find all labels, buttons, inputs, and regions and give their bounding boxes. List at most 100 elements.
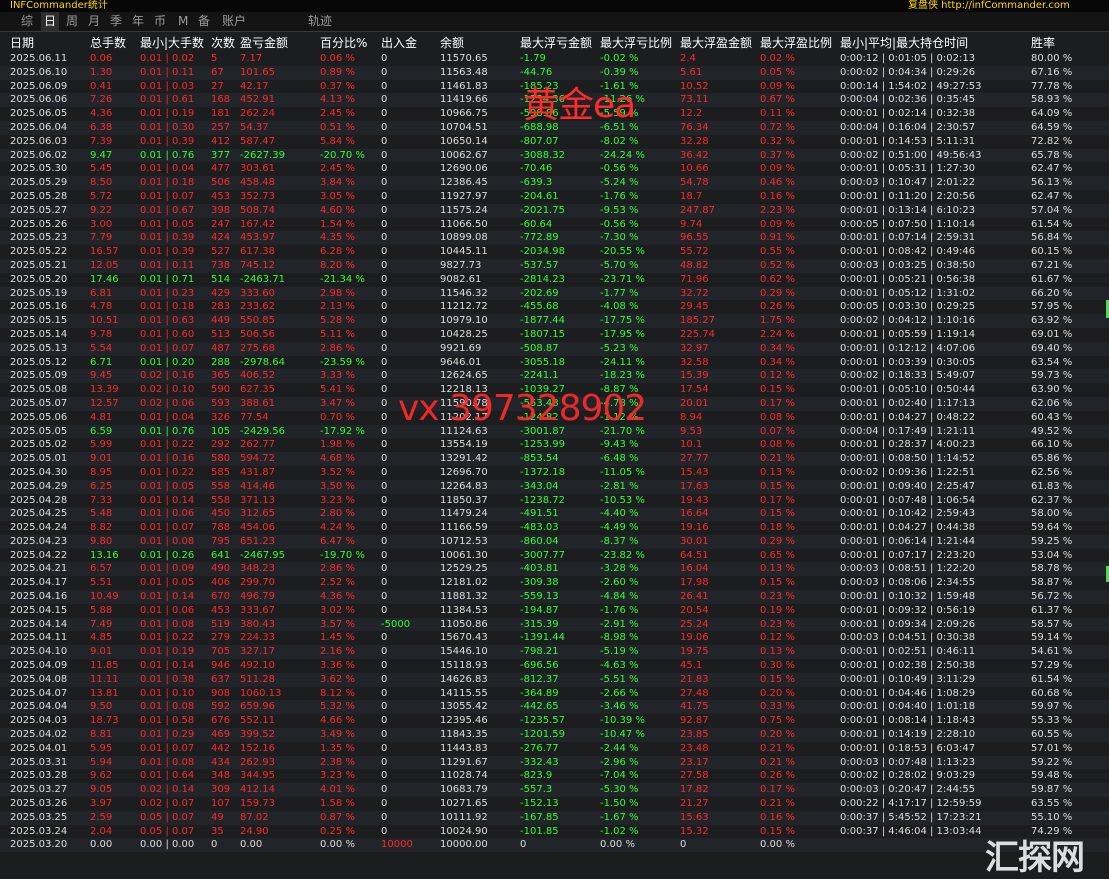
cell-max-float-gain-ratio: 0.15 %	[760, 480, 795, 492]
table-row[interactable]: 2025.04.28 7.33 0.01 | 0.14 558 371.13 3.23 %…	[0, 494, 1109, 508]
tab-trajectory[interactable]: 轨迹	[308, 12, 332, 31]
cell-deposit-withdrawal: 0	[381, 301, 388, 313]
table-row[interactable]: 2025.05.14 9.78 0.01 | 0.60 513 506.56 5.11 %…	[0, 328, 1109, 342]
header-profit[interactable]: 盈亏金额	[240, 34, 288, 52]
cell-percent: 5.84 %	[320, 135, 355, 147]
table-row[interactable]: 2025.04.14 7.49 0.01 | 0.08 519 380.43 3.57 %…	[0, 617, 1109, 632]
header-win-rate[interactable]: 胜率	[1031, 34, 1055, 52]
table-row[interactable]: 2025.05.30 5.45 0.01 | 0.04 477 303.61 2.45 %…	[0, 162, 1109, 176]
table-row[interactable]: 2025.06.02 9.47 0.01 | 0.76 377 -2627.39 -20.…	[0, 148, 1109, 163]
cell-deposit-withdrawal: 0	[381, 742, 388, 754]
table-row[interactable]: 2025.05.23 7.79 0.01 | 0.39 424 453.97 4.35 %…	[0, 231, 1109, 246]
table-row[interactable]: 2025.03.27 9.05 0.02 | 0.14 309 412.14 4.01 %…	[0, 783, 1109, 798]
header-balance[interactable]: 余额	[440, 34, 464, 52]
table-row[interactable]: 2025.05.01 9.01 0.01 | 0.16 580 594.72 4.68 %…	[0, 452, 1109, 466]
table-row[interactable]: 2025.03.24 2.04 0.05 | 0.07 35 24.90 0.25 % 0 1…	[0, 825, 1109, 839]
tab-account[interactable]: 账户	[222, 12, 246, 31]
table-row[interactable]: 2025.05.15 10.51 0.01 | 0.63 449 550.85 5.28 …	[0, 314, 1109, 328]
cell-percent: -21.34 %	[320, 273, 365, 285]
cell-max-float-gain-ratio: 0.21 %	[760, 453, 795, 465]
cell-win-rate: 54.61 %	[1031, 646, 1073, 658]
header-percent[interactable]: 百分比%	[320, 34, 367, 52]
table-row[interactable]: 2025.05.29 8.50 0.01 | 0.18 506 458.48 3.84 %…	[0, 176, 1109, 190]
table-row[interactable]: 2025.05.20 17.46 0.01 | 0.71 514 -2463.71 -21…	[0, 273, 1109, 287]
table-row[interactable]: 2025.05.22 16.57 0.01 | 0.39 527 617.38 6.28 …	[0, 245, 1109, 259]
table-row[interactable]: 2025.05.16 4.78 0.01 | 0.18 283 233.62 2.13 %…	[0, 300, 1109, 314]
table-row[interactable]: 2025.04.10 9.01 0.01 | 0.19 705 327.17 2.16 %…	[0, 645, 1109, 660]
table-row[interactable]: 2025.04.02 8.81 0.01 | 0.29 469 399.52 3.49 %…	[0, 728, 1109, 742]
table-row[interactable]: 2025.05.12 6.71 0.01 | 0.20 288 -2978.64 -23.…	[0, 356, 1109, 370]
table-row[interactable]: 2025.04.25 5.48 0.01 | 0.06 450 312.65 2.80 %…	[0, 507, 1109, 522]
header-max-float-gain-ratio[interactable]: 最大浮盈比例	[760, 34, 832, 52]
table-row[interactable]: 2025.03.31 5.94 0.01 | 0.08 434 262.93 2.38 %…	[0, 755, 1109, 770]
cell-balance: 11563.48	[440, 66, 488, 78]
table-row[interactable]: 2025.04.30 8.95 0.01 | 0.22 585 431.87 3.52 %…	[0, 466, 1109, 480]
tab-currency[interactable]: 币	[154, 12, 166, 31]
table-row[interactable]: 2025.03.26 3.97 0.02 | 0.07 107 159.73 1.58 %…	[0, 797, 1109, 811]
cell-total-lots: 5.72	[90, 190, 113, 202]
cell-max-float-loss-ratio: -4.84 %	[600, 591, 639, 603]
tab-quarter[interactable]: 季	[110, 12, 122, 31]
tab-day[interactable]: 日	[41, 12, 60, 31]
table-row[interactable]: 2025.05.21 12.05 0.01 | 0.11 738 745.12 8.20 …	[0, 258, 1109, 273]
cell-win-rate: 56.84 %	[1031, 232, 1073, 244]
table-row[interactable]: 2025.05.28 5.72 0.01 | 0.07 453 352.73 3.05 %…	[0, 190, 1109, 204]
period-tab-bar: 综 日 周 月 季 年 币 M 备 账户 轨迹	[0, 12, 1109, 32]
cell-max-float-gain: 36.42	[680, 149, 709, 161]
cell-holding-time: 0:00:01 | 0:13:14 | 6:10:23	[840, 204, 976, 216]
table-row[interactable]: 2025.05.09 9.45 0.02 | 0.16 365 406.52 3.33 %…	[0, 369, 1109, 384]
table-row[interactable]: 2025.05.19 6.81 0.01 | 0.23 429 333.60 2.98 %…	[0, 286, 1109, 301]
table-row[interactable]: 2025.04.21 6.57 0.01 | 0.09 490 348.23 2.86 %…	[0, 562, 1109, 577]
header-max-float-gain[interactable]: 最大浮盈金额	[680, 34, 752, 52]
table-row[interactable]: 2025.04.15 5.88 0.01 | 0.06 453 333.67 3.02 %…	[0, 604, 1109, 618]
table-row[interactable]: 2025.04.16 10.49 0.01 | 0.14 670 496.79 4.36 …	[0, 590, 1109, 604]
table-row[interactable]: 2025.04.09 11.85 0.01 | 0.14 946 492.10 3.36 …	[0, 659, 1109, 673]
table-row[interactable]: 2025.04.29 6.25 0.01 | 0.05 558 414.46 3.50 %…	[0, 479, 1109, 494]
cell-total-lots: 2.04	[90, 825, 113, 837]
header-count[interactable]: 次数	[211, 34, 235, 52]
cell-deposit-withdrawal: 0	[381, 770, 388, 782]
header-holding-time[interactable]: 最小|平均|最大持仓时间	[840, 34, 968, 52]
table-row[interactable]: 2025.05.26 3.00 0.01 | 0.05 247 167.42 1.54 %…	[0, 218, 1109, 232]
header-max-float-loss-ratio[interactable]: 最大浮亏比例	[600, 34, 672, 52]
tab-notes[interactable]: 备	[198, 12, 210, 31]
table-row[interactable]: 2025.03.20 0.00 0.00 | 0.00 0 0.00 0.00 % 1000…	[0, 838, 1109, 853]
table-row[interactable]: 2025.04.23 9.80 0.01 | 0.08 795 651.23 6.47 %…	[0, 534, 1109, 549]
cell-total-lots: 6.25	[90, 480, 113, 492]
cell-max-float-loss-ratio: -7.30 %	[600, 232, 639, 244]
tab-magic[interactable]: M	[178, 12, 188, 31]
table-row[interactable]: 2025.06.11 0.06 0.01 | 0.02 5 7.17 0.06 % 0 115…	[0, 52, 1109, 66]
cell-deposit-withdrawal: 0	[381, 729, 388, 741]
tab-year[interactable]: 年	[132, 12, 144, 31]
table-row[interactable]: 2025.04.08 11.11 0.01 | 0.38 637 511.28 3.62 …	[0, 672, 1109, 687]
tab-week[interactable]: 周	[66, 12, 78, 31]
table-row[interactable]: 2025.04.03 18.73 0.01 | 0.58 676 552.11 4.66 …	[0, 714, 1109, 728]
table-row[interactable]: 2025.04.17 5.51 0.01 | 0.05 406 299.70 2.52 %…	[0, 576, 1109, 590]
table-row[interactable]: 2025.04.01 5.95 0.01 | 0.07 442 152.16 1.35 %…	[0, 742, 1109, 756]
header-date[interactable]: 日期	[10, 34, 34, 52]
header-min-max-lots[interactable]: 最小|大手数	[140, 34, 204, 52]
table-row[interactable]: 2025.03.25 2.59 0.05 | 0.07 49 87.02 0.87 % 0 1…	[0, 810, 1109, 825]
tab-month[interactable]: 月	[88, 12, 100, 31]
tab-summary[interactable]: 综	[21, 12, 33, 31]
table-row[interactable]: 2025.03.28 9.62 0.01 | 0.64 348 344.95 3.23 %…	[0, 769, 1109, 783]
table-row[interactable]: 2025.05.13 5.54 0.01 | 0.07 487 275.68 2.86 %…	[0, 341, 1109, 356]
header-max-float-loss[interactable]: 最大浮亏金额	[520, 34, 592, 52]
cell-max-float-gain: 247.87	[680, 204, 715, 216]
cell-max-float-gain-ratio: 0.29 %	[760, 535, 795, 547]
table-row[interactable]: 2025.05.27 9.22 0.01 | 0.67 398 508.74 4.60 %…	[0, 203, 1109, 218]
table-row[interactable]: 2025.04.24 8.82 0.01 | 0.07 788 454.06 4.24 %…	[0, 521, 1109, 535]
table-row[interactable]: 2025.05.02 5.99 0.01 | 0.22 292 262.77 1.98 %…	[0, 438, 1109, 452]
header-total-lots[interactable]: 总手数	[90, 34, 126, 52]
table-row[interactable]: 2025.04.22 13.16 0.01 | 0.26 641 -2467.95 -19…	[0, 549, 1109, 563]
table-row[interactable]: 2025.04.11 4.85 0.01 | 0.22 279 224.33 1.45 %…	[0, 631, 1109, 645]
cell-profit: -2429.56	[240, 425, 285, 437]
cell-deposit-withdrawal: 0	[381, 535, 388, 547]
table-row[interactable]: 2025.06.03 7.39 0.01 | 0.39 412 587.47 5.84 %…	[0, 135, 1109, 149]
cell-holding-time: 0:00:02 | 0:18:33 | 5:49:07	[840, 370, 976, 382]
header-deposit-withdrawal[interactable]: 出入金	[381, 34, 417, 52]
cell-deposit-withdrawal: 0	[381, 673, 388, 685]
table-row[interactable]: 2025.04.04 9.50 0.01 | 0.08 592 659.96 5.32 %…	[0, 700, 1109, 715]
cell-date: 2025.05.15	[10, 315, 68, 327]
table-row[interactable]: 2025.04.07 13.81 0.01 | 0.10 908 1060.13 8.12…	[0, 687, 1109, 701]
